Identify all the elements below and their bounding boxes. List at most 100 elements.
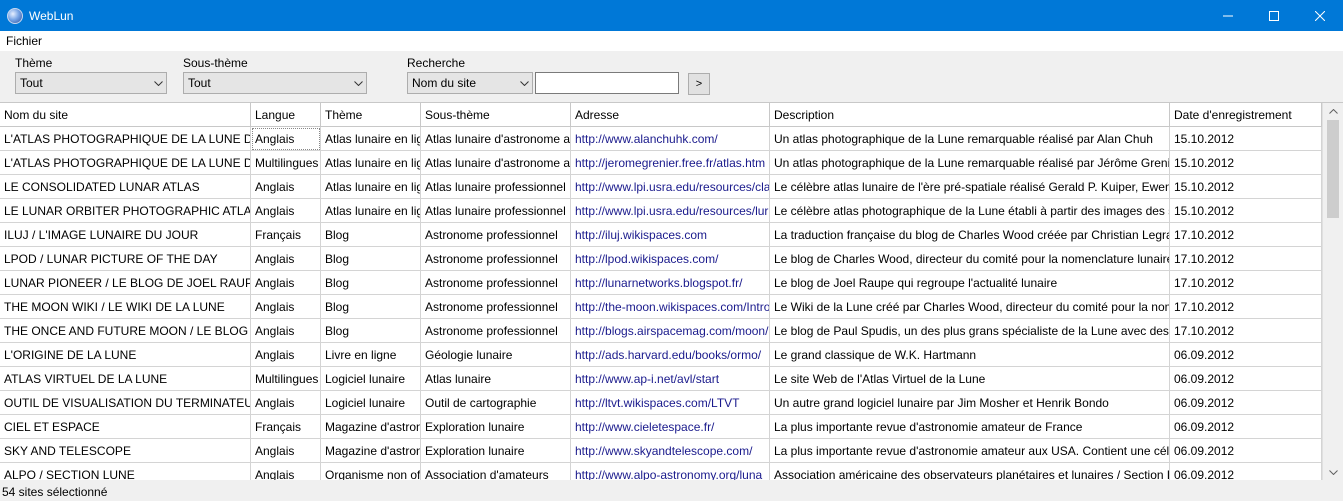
cell-description[interactable]: Le blog de Joel Raupe qui regroupe l'act… xyxy=(770,271,1170,295)
cell-language[interactable]: Anglais xyxy=(251,295,321,319)
cell-theme[interactable]: Atlas lunaire en lig xyxy=(321,151,421,175)
cell-date[interactable]: 15.10.2012 xyxy=(1170,199,1322,223)
cell-site-name[interactable]: CIEL ET ESPACE xyxy=(0,415,251,439)
cell-date[interactable]: 17.10.2012 xyxy=(1170,247,1322,271)
cell-subtheme[interactable]: Géologie lunaire xyxy=(421,343,571,367)
cell-date[interactable]: 06.09.2012 xyxy=(1170,439,1322,463)
cell-description[interactable]: Le célèbre atlas photographique de la Lu… xyxy=(770,199,1170,223)
table-row[interactable]: LE CONSOLIDATED LUNAR ATLAS Anglais Atlas … xyxy=(0,175,1322,199)
cell-site-name[interactable]: OUTIL DE VISUALISATION DU TERMINATEUR LU xyxy=(0,391,251,415)
cell-address[interactable]: http://ltvt.wikispaces.com/LTVT xyxy=(571,391,770,415)
cell-subtheme[interactable]: Atlas lunaire professionnel xyxy=(421,199,571,223)
cell-address[interactable]: http://www.cieletespace.fr/ xyxy=(571,415,770,439)
cell-site-name[interactable]: L'ATLAS PHOTOGRAPHIQUE DE LA LUNE DE AL xyxy=(0,127,251,151)
cell-language[interactable]: Anglais xyxy=(251,439,321,463)
cell-language[interactable]: Anglais xyxy=(251,271,321,295)
table-row[interactable]: THE MOON WIKI / LE WIKI DE LA LUNE Anglai… xyxy=(0,295,1322,319)
cell-address[interactable]: http://www.skyandtelescope.com/ xyxy=(571,439,770,463)
cell-subtheme[interactable]: Atlas lunaire professionnel xyxy=(421,175,571,199)
minimize-button[interactable] xyxy=(1205,0,1251,31)
cell-address[interactable]: http://ads.harvard.edu/books/ormo/ xyxy=(571,343,770,367)
cell-theme[interactable]: Magazine d'astron xyxy=(321,439,421,463)
cell-address[interactable]: http://lpod.wikispaces.com/ xyxy=(571,247,770,271)
cell-date[interactable]: 06.09.2012 xyxy=(1170,463,1322,480)
cell-description[interactable]: Un autre grand logiciel lunaire par Jim … xyxy=(770,391,1170,415)
cell-address[interactable]: http://blogs.airspacemag.com/moon/ xyxy=(571,319,770,343)
cell-date[interactable]: 06.09.2012 xyxy=(1170,367,1322,391)
column-header-address[interactable]: Adresse xyxy=(571,103,770,127)
cell-theme[interactable]: Blog xyxy=(321,271,421,295)
table-row[interactable]: L'ATLAS PHOTOGRAPHIQUE DE LA LUNE DE JE M… xyxy=(0,151,1322,175)
column-header-date[interactable]: Date d'enregistrement xyxy=(1170,103,1322,127)
cell-language[interactable]: Anglais xyxy=(251,343,321,367)
table-row[interactable]: L'ATLAS PHOTOGRAPHIQUE DE LA LUNE DE AL A… xyxy=(0,127,1322,151)
cell-theme[interactable]: Blog xyxy=(321,295,421,319)
cell-description[interactable]: La plus importante revue d'astronomie am… xyxy=(770,439,1170,463)
cell-description[interactable]: La traduction française du blog de Charl… xyxy=(770,223,1170,247)
cell-theme[interactable]: Logiciel lunaire xyxy=(321,367,421,391)
cell-description[interactable]: Un atlas photographique de la Lune remar… xyxy=(770,127,1170,151)
cell-subtheme[interactable]: Astronome professionnel xyxy=(421,319,571,343)
cell-theme[interactable]: Atlas lunaire en lig xyxy=(321,127,421,151)
column-header-description[interactable]: Description xyxy=(770,103,1170,127)
table-row[interactable]: LE LUNAR ORBITER PHOTOGRAPHIC ATLAS OFAn… xyxy=(0,199,1322,223)
cell-subtheme[interactable]: Astronome professionnel xyxy=(421,271,571,295)
cell-date[interactable]: 17.10.2012 xyxy=(1170,295,1322,319)
subtheme-dropdown[interactable]: Tout xyxy=(183,72,367,94)
cell-subtheme[interactable]: Atlas lunaire d'astronome a xyxy=(421,127,571,151)
search-input[interactable] xyxy=(535,72,679,94)
vertical-scrollbar[interactable] xyxy=(1322,103,1343,480)
cell-address[interactable]: http://www.lpi.usra.edu/resources/cla xyxy=(571,175,770,199)
cell-subtheme[interactable]: Association d'amateurs xyxy=(421,463,571,480)
cell-subtheme[interactable]: Exploration lunaire xyxy=(421,415,571,439)
cell-date[interactable]: 17.10.2012 xyxy=(1170,223,1322,247)
cell-date[interactable]: 15.10.2012 xyxy=(1170,127,1322,151)
column-header-subtheme[interactable]: Sous-thème xyxy=(421,103,571,127)
cell-language[interactable]: Anglais xyxy=(251,127,321,151)
cell-site-name[interactable]: LE CONSOLIDATED LUNAR ATLAS xyxy=(0,175,251,199)
cell-description[interactable]: Le Wiki de la Lune créé par Charles Wood… xyxy=(770,295,1170,319)
cell-description[interactable]: Le site Web de l'Atlas Virtuel de la Lun… xyxy=(770,367,1170,391)
cell-theme[interactable]: Atlas lunaire en lig xyxy=(321,199,421,223)
cell-date[interactable]: 17.10.2012 xyxy=(1170,271,1322,295)
cell-site-name[interactable]: LPOD / LUNAR PICTURE OF THE DAY xyxy=(0,247,251,271)
cell-language[interactable]: Anglais xyxy=(251,391,321,415)
cell-subtheme[interactable]: Astronome professionnel xyxy=(421,223,571,247)
cell-language[interactable]: Français xyxy=(251,415,321,439)
cell-subtheme[interactable]: Exploration lunaire xyxy=(421,439,571,463)
cell-site-name[interactable]: SKY AND TELESCOPE xyxy=(0,439,251,463)
cell-description[interactable]: Le blog de Charles Wood, directeur du co… xyxy=(770,247,1170,271)
cell-site-name[interactable]: L'ORIGINE DE LA LUNE xyxy=(0,343,251,367)
cell-subtheme[interactable]: Atlas lunaire d'astronome a xyxy=(421,151,571,175)
cell-language[interactable]: Anglais xyxy=(251,175,321,199)
search-field-dropdown[interactable]: Nom du site xyxy=(407,72,533,94)
cell-address[interactable]: http://lunarnetworks.blogspot.fr/ xyxy=(571,271,770,295)
column-header-language[interactable]: Langue xyxy=(251,103,321,127)
cell-subtheme[interactable]: Astronome professionnel xyxy=(421,247,571,271)
cell-address[interactable]: http://jeromegrenier.free.fr/atlas.htm xyxy=(571,151,770,175)
scrollbar-thumb[interactable] xyxy=(1327,120,1339,218)
theme-dropdown[interactable]: Tout xyxy=(15,72,167,94)
cell-address[interactable]: http://www.lpi.usra.edu/resources/lur xyxy=(571,199,770,223)
cell-description[interactable]: La plus importante revue d'astronomie am… xyxy=(770,415,1170,439)
cell-theme[interactable]: Livre en ligne xyxy=(321,343,421,367)
table-row[interactable]: ATLAS VIRTUEL DE LA LUNE Multilingues Logi… xyxy=(0,367,1322,391)
table-row[interactable]: L'ORIGINE DE LA LUNE Anglais Livre en lign… xyxy=(0,343,1322,367)
table-row[interactable]: LUNAR PIONEER / LE BLOG DE JOEL RAUPE Ang… xyxy=(0,271,1322,295)
close-button[interactable] xyxy=(1297,0,1343,31)
menu-file[interactable]: Fichier xyxy=(6,34,42,48)
cell-site-name[interactable]: LUNAR PIONEER / LE BLOG DE JOEL RAUPE xyxy=(0,271,251,295)
cell-theme[interactable]: Blog xyxy=(321,247,421,271)
table-row[interactable]: OUTIL DE VISUALISATION DU TERMINATEUR LU… xyxy=(0,391,1322,415)
cell-address[interactable]: http://www.alanchuhk.com/ xyxy=(571,127,770,151)
cell-site-name[interactable]: LE LUNAR ORBITER PHOTOGRAPHIC ATLAS OF xyxy=(0,199,251,223)
cell-date[interactable]: 06.09.2012 xyxy=(1170,415,1322,439)
cell-address[interactable]: http://www.alpo-astronomy.org/luna xyxy=(571,463,770,480)
cell-date[interactable]: 15.10.2012 xyxy=(1170,175,1322,199)
table-row[interactable]: CIEL ET ESPACE Français Magazine d'astron E… xyxy=(0,415,1322,439)
cell-language[interactable]: Anglais xyxy=(251,247,321,271)
cell-language[interactable]: Anglais xyxy=(251,199,321,223)
search-go-button[interactable]: > xyxy=(688,73,710,95)
cell-subtheme[interactable]: Outil de cartographie xyxy=(421,391,571,415)
cell-language[interactable]: Anglais xyxy=(251,319,321,343)
